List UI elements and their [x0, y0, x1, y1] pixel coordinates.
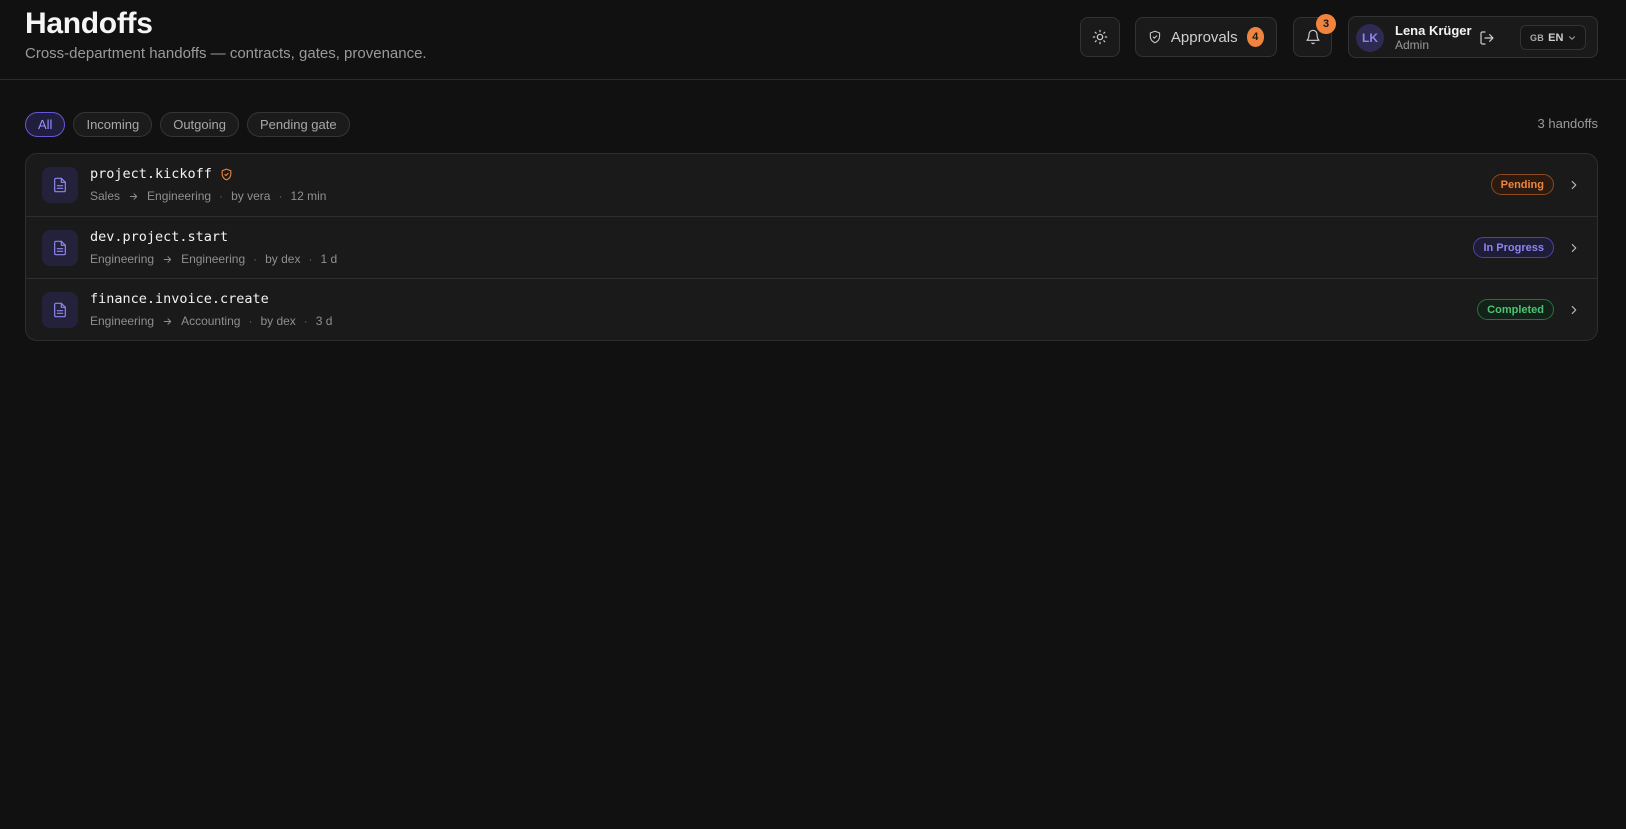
chevron-right-icon[interactable]: [1567, 303, 1581, 317]
handoff-row[interactable]: dev.project.start Engineering Engineerin…: [26, 216, 1597, 278]
handoff-meta: Engineering Accounting · by dex · 3 d: [90, 314, 332, 328]
sun-icon: [1092, 29, 1108, 45]
avatar: LK: [1356, 24, 1384, 52]
handoff-title: dev.project.start: [90, 229, 228, 245]
status-badge: Pending: [1490, 174, 1554, 195]
language-select[interactable]: GB EN: [1520, 25, 1586, 50]
handoff-meta: Engineering Engineering · by dex · 1 d: [90, 252, 337, 266]
chevron-right-icon[interactable]: [1567, 178, 1581, 192]
filter-all[interactable]: All: [25, 112, 66, 137]
approvals-label: Approvals: [1170, 28, 1238, 46]
handoff-title-text: finance.invoice.create: [90, 291, 269, 307]
handoff-from: Sales: [90, 189, 121, 203]
user-menu[interactable]: LK Lena Krüger Admin GB EN: [1348, 16, 1598, 58]
arrow-right-icon: [163, 317, 172, 325]
page-title: Handoffs: [25, 7, 153, 40]
approvals-count-badge: 4: [1246, 27, 1264, 47]
language-code: EN: [1548, 31, 1564, 44]
page-subtitle: Cross-department handoffs — contracts, g…: [25, 45, 427, 62]
filter-incoming[interactable]: Incoming: [73, 112, 153, 137]
handoff-meta: Sales Engineering · by vera · 12 min: [90, 189, 326, 203]
notifications-button[interactable]: 3: [1293, 14, 1336, 57]
handoff-title: finance.invoice.create: [90, 291, 269, 307]
handoff-count: 3 handoffs: [1537, 116, 1598, 131]
handoff-to: Accounting: [181, 314, 241, 328]
separator-dot: ·: [248, 314, 253, 328]
handoff-to: Engineering: [181, 252, 246, 266]
chevron-right-icon[interactable]: [1567, 241, 1581, 255]
handoff-author: by dex: [260, 314, 296, 328]
handoff-age: 12 min: [290, 189, 327, 203]
separator-dot: ·: [219, 189, 224, 203]
separator-dot: ·: [303, 314, 308, 328]
handoff-to: Engineering: [147, 189, 212, 203]
separator-dot: ·: [253, 252, 258, 266]
notifications-count-badge: 3: [1316, 14, 1336, 34]
handoff-title-text: project.kickoff: [90, 166, 212, 182]
logout-icon[interactable]: [1479, 30, 1495, 46]
handoff-from: Engineering: [90, 252, 155, 266]
separator-dot: ·: [278, 189, 283, 203]
status-badge: Completed: [1477, 299, 1554, 320]
bell-icon: [1305, 29, 1320, 45]
flag-icon: GB: [1530, 32, 1545, 43]
filter-outgoing[interactable]: Outgoing: [160, 112, 239, 137]
shield-check-icon: [1149, 30, 1161, 44]
handoff-list: project.kickoff Sales Engineering · by v…: [25, 153, 1598, 341]
arrow-right-icon: [163, 255, 172, 263]
handoff-title: project.kickoff: [90, 166, 233, 182]
user-name: Lena Krüger: [1395, 23, 1472, 38]
handoff-age: 1 d: [320, 252, 338, 266]
handoff-title-text: dev.project.start: [90, 229, 229, 245]
document-icon: [42, 230, 78, 266]
status-badge: In Progress: [1473, 237, 1554, 258]
approvals-button[interactable]: Approvals 4: [1135, 17, 1277, 57]
handoff-age: 3 d: [315, 314, 333, 328]
handoff-author: by dex: [265, 252, 301, 266]
shield-check-icon: [221, 168, 232, 180]
page-header: Handoffs Cross-department handoffs — con…: [0, 0, 1626, 80]
arrow-right-icon: [129, 192, 138, 200]
handoff-author: by vera: [231, 189, 271, 203]
separator-dot: ·: [308, 252, 313, 266]
handoff-row[interactable]: finance.invoice.create Engineering Accou…: [26, 278, 1597, 340]
filter-pending-gate[interactable]: Pending gate: [246, 112, 350, 137]
filter-chips: All Incoming Outgoing Pending gate: [25, 112, 350, 137]
document-icon: [42, 292, 78, 328]
handoff-row[interactable]: project.kickoff Sales Engineering · by v…: [26, 154, 1597, 216]
user-role: Admin: [1395, 38, 1430, 52]
document-icon: [42, 167, 78, 203]
handoff-from: Engineering: [90, 314, 155, 328]
chevron-down-icon: [1569, 35, 1576, 40]
theme-toggle-button[interactable]: [1080, 17, 1120, 57]
